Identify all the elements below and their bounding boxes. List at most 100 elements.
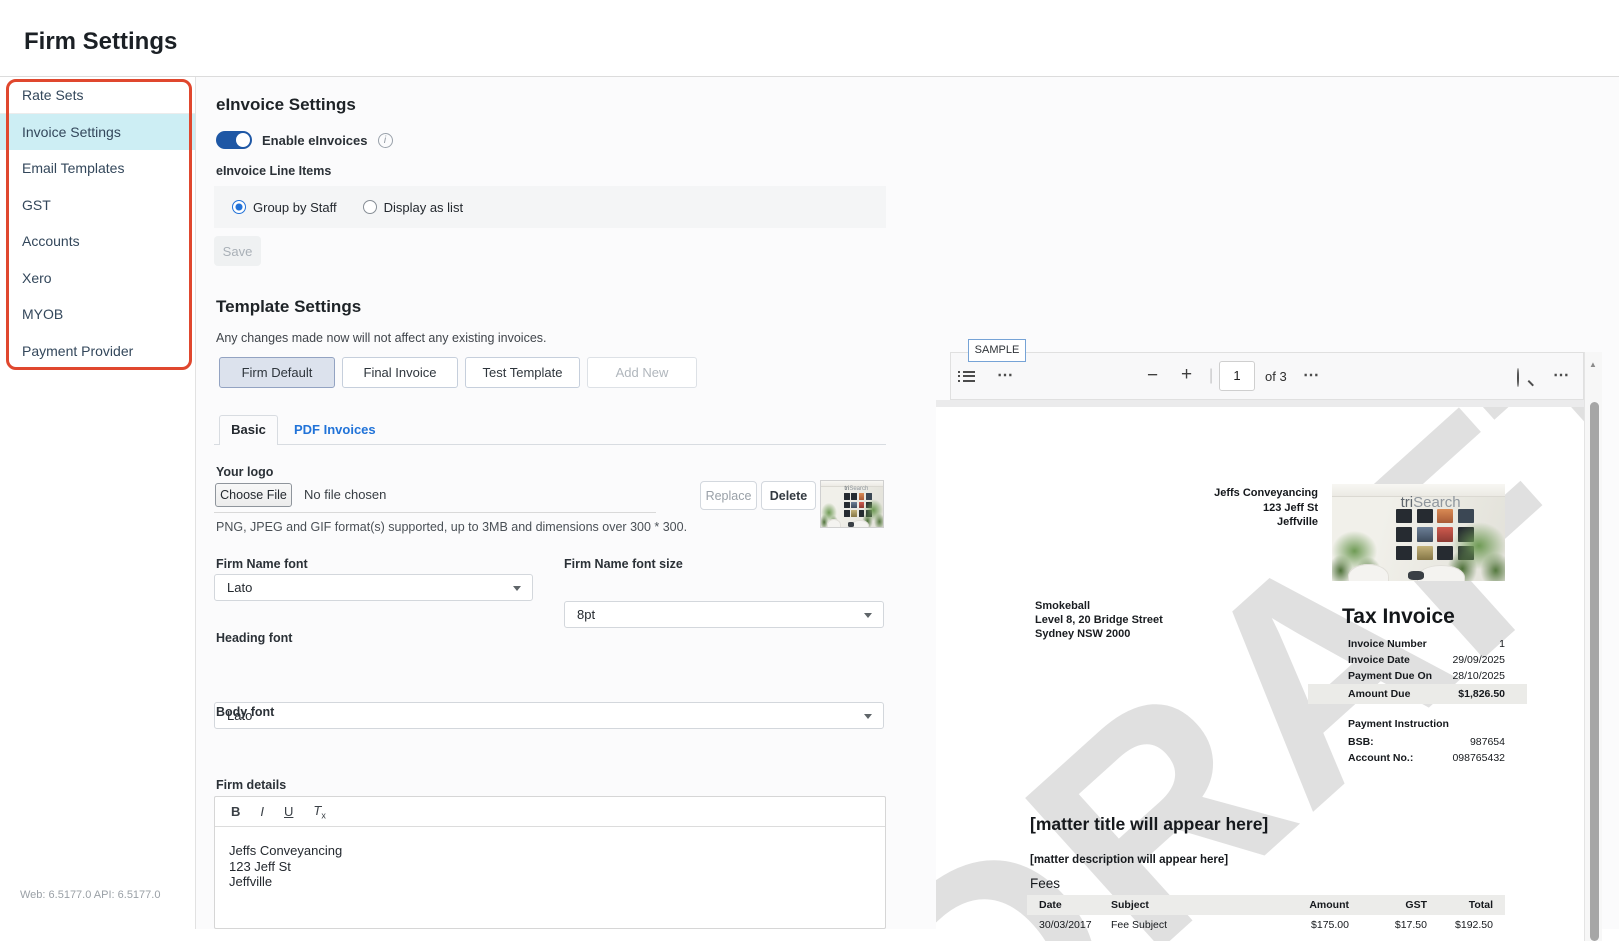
invoice-settings-form: eInvoice Settings Enable eInvoices i eIn… <box>214 76 886 930</box>
more-options-right-icon[interactable]: ⋯ <box>1553 365 1570 385</box>
enable-einvoices-row: Enable eInvoices i <box>216 131 393 149</box>
template-add-new-button[interactable]: Add New <box>587 357 697 388</box>
info-icon[interactable]: i <box>377 132 393 148</box>
scroll-up-icon[interactable]: ▲ <box>1589 360 1597 369</box>
fees-table-header: Date Subject Amount GST Total <box>1027 895 1505 915</box>
trisearch-logo-text: triSearch <box>844 485 869 492</box>
firm-details-textarea[interactable]: Jeffs Conveyancing 123 Jeff St Jeffville <box>215 827 885 906</box>
more-options-left-icon[interactable]: ⋯ <box>997 365 1014 385</box>
einvoice-line-items-label: eInvoice Line Items <box>216 164 332 178</box>
fees-table: Date Subject Amount GST Total 30/03/2017… <box>1027 895 1505 935</box>
zoom-in-icon[interactable]: + <box>1181 365 1192 384</box>
page-number-input[interactable]: 1 <box>1219 361 1255 391</box>
matter-description-placeholder: [matter description will appear here] <box>1030 854 1229 866</box>
thumbnails-panel-icon[interactable] <box>957 368 975 384</box>
replace-button[interactable]: Replace <box>700 481 757 510</box>
invoice-firm-block: Jeffs Conveyancing 123 Jeff St Jeffville <box>1214 487 1318 528</box>
tax-invoice-title: Tax Invoice <box>1342 605 1455 628</box>
firm-name-font-size-label: Firm Name font size <box>564 557 683 571</box>
trisearch-logo-text: triSearch <box>1400 493 1461 511</box>
enable-einvoices-label: Enable eInvoices <box>262 132 368 148</box>
tabs-divider <box>214 444 886 445</box>
invoice-details-table: Invoice Number 1 Invoice Date 29/09/2025 P… <box>1348 638 1505 682</box>
einvoice-settings-heading: eInvoice Settings <box>216 95 356 114</box>
firm-name-font-size-select[interactable]: 8pt <box>564 601 884 628</box>
firm-details-line: 123 Jeff St <box>229 858 291 874</box>
fees-table-row: 30/03/2017 Fee Subject $175.00 $17.50 $1… <box>1039 919 1493 931</box>
file-field-underline <box>214 512 656 513</box>
invoice-logo-image: triSearch <box>1332 484 1505 581</box>
editor-toolbar: B I U Tx <box>215 797 885 827</box>
sample-badge: SAMPLE <box>968 339 1026 362</box>
choose-file-button[interactable]: Choose File <box>215 483 292 507</box>
template-settings-heading: Template Settings <box>216 297 362 316</box>
page-title: Firm Settings <box>24 28 178 55</box>
sidebar-item-myob[interactable]: MYOB <box>0 296 195 333</box>
radio-display-as-list-label: Display as list <box>383 199 464 215</box>
radio-group-by-staff[interactable]: Group by Staff <box>232 200 337 215</box>
your-logo-label: Your logo <box>216 465 274 479</box>
sidebar-item-payment-provider[interactable]: Payment Provider <box>0 333 195 370</box>
clear-format-icon[interactable]: Tx <box>313 803 325 821</box>
pdf-preview-pane: ⋯ − + | 1 of 3 ⋯ ⋯ DRAFT Jeffs Conveyanc… <box>936 352 1602 941</box>
radio-selected-icon[interactable] <box>232 200 246 214</box>
sidebar-item-accounts[interactable]: Accounts <box>0 223 195 260</box>
logo-format-hint: PNG, JPEG and GIF format(s) supported, u… <box>216 520 688 534</box>
template-firm-default-button[interactable]: Firm Default <box>219 357 335 388</box>
template-test-template-button[interactable]: Test Template <box>465 357 580 388</box>
tab-pdf-invoices[interactable]: PDF Invoices <box>294 422 376 437</box>
save-button[interactable]: Save <box>214 236 261 266</box>
firm-details-line: Jeffville <box>229 874 273 889</box>
underline-icon[interactable]: U <box>284 804 293 819</box>
firm-details-line: Jeffs Conveyancing <box>229 843 343 858</box>
photo-chair-right <box>851 519 869 527</box>
einvoice-line-items-group: Group by Staff Display as list <box>214 186 886 228</box>
version-text: Web: 6.5177.0 API: 6.5177.0 <box>20 889 161 901</box>
amount-due-row: Amount Due $1,826.50 <box>1308 684 1527 704</box>
page-count-label: of 3 <box>1265 369 1287 384</box>
matter-title-placeholder: [matter title will appear here] <box>1030 814 1269 834</box>
zoom-out-icon[interactable]: − <box>1147 366 1158 385</box>
radio-unselected-icon[interactable] <box>362 200 377 214</box>
radio-group-by-staff-label: Group by Staff <box>253 199 337 215</box>
italic-icon[interactable]: I <box>260 804 264 819</box>
photo-table-decor <box>848 522 854 527</box>
file-status-text: No file chosen <box>304 487 387 502</box>
photo-chair-right <box>1416 565 1466 581</box>
firm-name-font-label: Firm Name font <box>216 557 308 571</box>
sidebar-item-gst[interactable]: GST <box>0 187 195 224</box>
fees-heading: Fees <box>1030 876 1061 891</box>
sidebar-item-xero[interactable]: Xero <box>0 260 195 297</box>
firm-name-font-select[interactable]: Lato <box>214 574 533 601</box>
photo-chair-left <box>826 518 842 527</box>
invoice-page: DRAFT Jeffs Conveyancing 123 Jeff St Jef… <box>936 407 1584 941</box>
radio-display-as-list[interactable]: Display as list <box>362 199 464 215</box>
search-icon[interactable] <box>1517 368 1519 387</box>
sidebar-item-rate-sets[interactable]: Rate Sets <box>0 77 195 114</box>
logo-thumbnail-image: triSearch <box>820 480 884 528</box>
invoice-recipient-block: Smokeball Level 8, 20 Bridge Street Sydn… <box>1035 600 1163 640</box>
template-settings-note: Any changes made now will not affect any… <box>216 331 547 345</box>
photo-table-decor <box>1408 571 1424 581</box>
tab-basic[interactable]: Basic <box>219 415 278 445</box>
toolbar-separator: | <box>1209 367 1214 384</box>
settings-sidebar: Rate Sets Invoice Settings Email Templat… <box>0 77 196 929</box>
enable-einvoices-toggle[interactable] <box>216 131 252 149</box>
payment-details-table: BSB: 987654 Account No.: 098765432 <box>1348 736 1505 764</box>
scrollbar-thumb[interactable] <box>1589 402 1599 941</box>
payment-instruction-label: Payment Instruction <box>1348 718 1449 730</box>
sidebar-item-invoice-settings[interactable]: Invoice Settings <box>0 113 195 150</box>
firm-details-label: Firm details <box>216 778 287 792</box>
template-selector-row: Firm Default Final Invoice Test Template… <box>219 357 697 388</box>
template-final-invoice-button[interactable]: Final Invoice <box>342 357 458 388</box>
more-page-options-icon[interactable]: ⋯ <box>1303 365 1320 385</box>
bold-icon[interactable]: B <box>231 804 240 819</box>
firm-settings-screen: Firm Settings Rate Sets Invoice Settings… <box>0 0 1619 941</box>
heading-font-select[interactable]: Lato <box>214 702 884 729</box>
delete-button[interactable]: Delete <box>761 481 816 510</box>
sidebar-item-email-templates[interactable]: Email Templates <box>0 150 195 187</box>
pdf-toolbar: ⋯ − + | 1 of 3 ⋯ ⋯ <box>950 352 1584 400</box>
viewer-background <box>936 400 1584 407</box>
heading-font-label: Heading font <box>216 631 293 645</box>
firm-details-editor: B I U Tx Jeffs Conveyancing 123 Jeff St … <box>214 796 886 929</box>
